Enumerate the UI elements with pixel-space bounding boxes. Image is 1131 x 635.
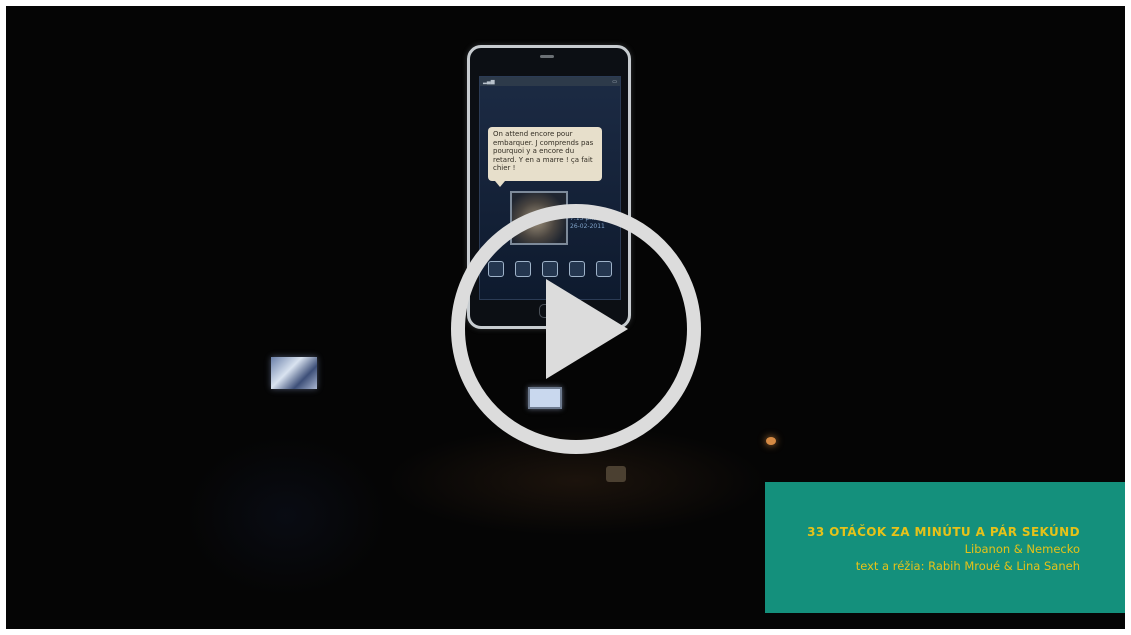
- caption-credits: text a réžia: Rabih Mroué & Lina Saneh: [855, 559, 1080, 573]
- sms-bubble: On attend encore pour embarquer. J compr…: [488, 127, 602, 181]
- play-button[interactable]: [446, 199, 706, 459]
- sms-bubble-tail: [495, 181, 505, 187]
- signal-icon: ▂▄▆: [483, 78, 495, 85]
- video-caption-panel: 33 OTÁČOK ZA MINÚTU A PÁR SEKÚND Libanon…: [765, 482, 1125, 613]
- phone-status-bar: ▂▄▆ ▭: [480, 77, 620, 86]
- battery-icon: ▭: [612, 78, 617, 85]
- stage-floor-light: [186, 436, 386, 596]
- stage-monitor-left: [271, 357, 317, 389]
- caption-country: Libanon & Nemecko: [964, 542, 1080, 556]
- play-icon: [546, 279, 628, 379]
- phone-speaker: [540, 55, 554, 58]
- desk-object: [606, 466, 626, 482]
- desk-lamp: [766, 437, 776, 445]
- video-player[interactable]: ▂▄▆ ▭ On attend encore pour embarquer. J…: [6, 6, 1125, 629]
- caption-title: 33 OTÁČOK ZA MINÚTU A PÁR SEKÚND: [807, 525, 1080, 539]
